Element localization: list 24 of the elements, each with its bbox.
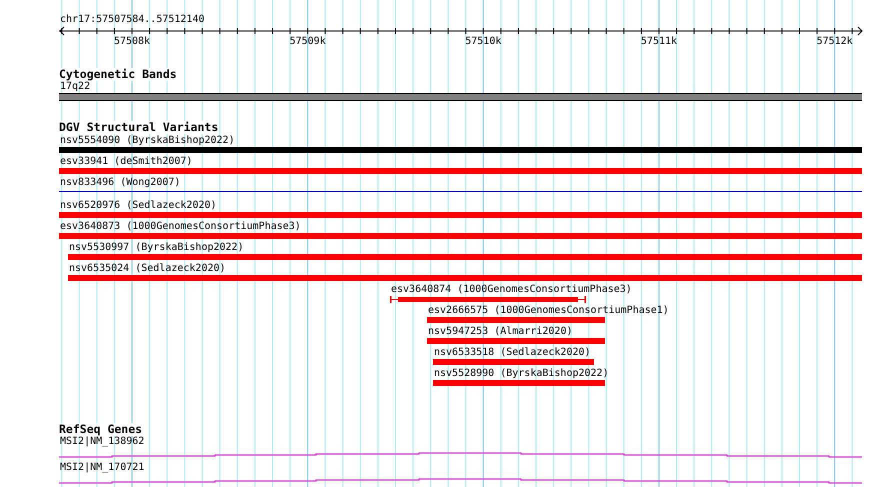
variant-label: nsv833496 (Wong2007)	[60, 176, 180, 189]
gene-label: MSI2|NM_170721	[60, 462, 144, 474]
tick-label: 57509k	[290, 36, 326, 46]
variant-label: nsv6520976 (Sedlazeck2020)	[60, 199, 217, 212]
variant-label: nsv5528990 (ByrskaBishop2022)	[434, 367, 609, 380]
variant-label: nsv6535024 (Sedlazeck2020)	[69, 262, 226, 275]
gene-label: MSI2|NM_138962	[60, 436, 144, 448]
track-title: RefSeq Genes	[59, 423, 142, 436]
variant-label: esv3640874 (1000GenomesConsortiumPhase3)	[391, 283, 632, 296]
variant-label: nsv5947253 (Almarri2020)	[428, 325, 572, 338]
tick-label: 57508k	[114, 36, 150, 46]
variant-label: esv3640873 (1000GenomesConsortiumPhase3)	[60, 220, 301, 233]
variant-label: esv33941 (deSmith2007)	[60, 155, 192, 168]
track-title: Cytogenetic Bands	[59, 68, 177, 81]
location-label: chr17:57507584..57512140	[60, 14, 204, 26]
tick-label: 57510k	[465, 36, 502, 46]
variant-label: esv2666575 (1000GenomesConsortiumPhase1)	[428, 304, 669, 317]
band-label: 17q22	[60, 81, 90, 93]
tick-label: 57512k	[816, 36, 853, 46]
variant-label: nsv5530997 (ByrskaBishop2022)	[69, 241, 244, 254]
variant-label: nsv6533518 (Sedlazeck2020)	[434, 346, 591, 359]
variant-label: nsv5554090 (ByrskaBishop2022)	[60, 134, 235, 147]
track-title: DGV Structural Variants	[59, 121, 218, 134]
tick-label: 57511k	[640, 36, 678, 46]
